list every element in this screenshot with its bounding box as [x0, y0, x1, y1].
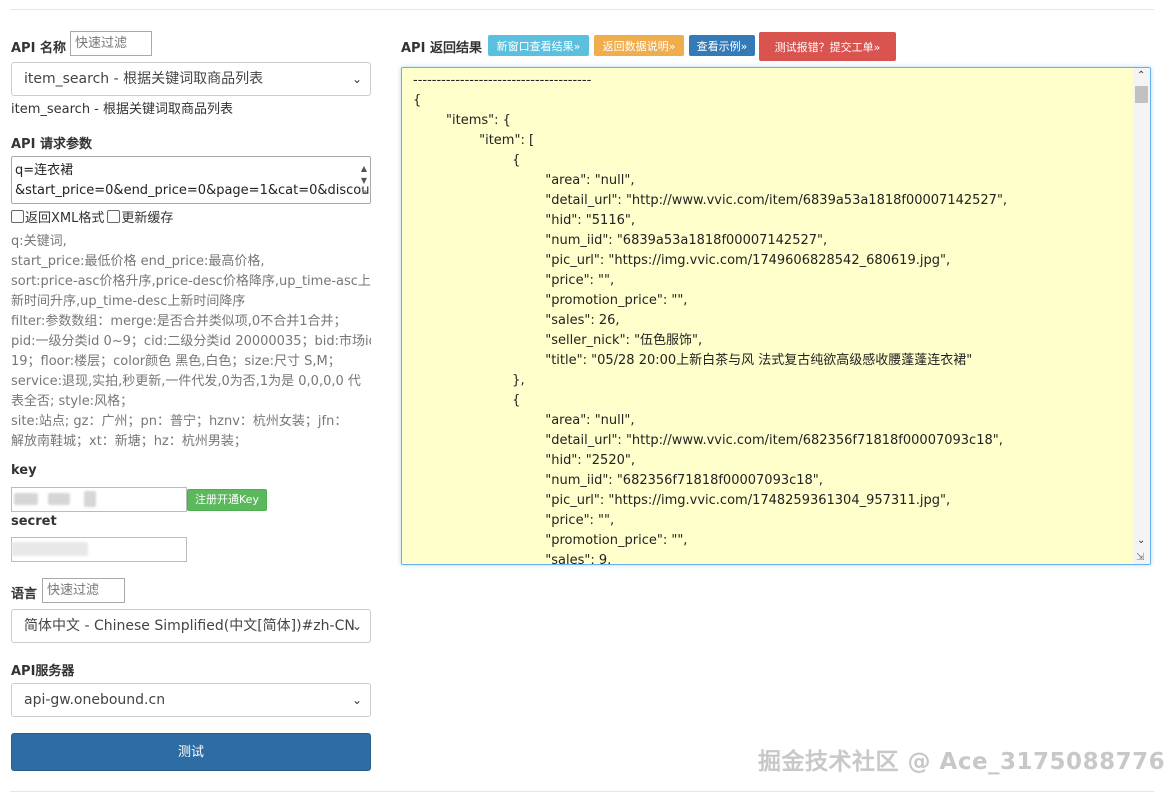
- result-line: "items": {: [413, 113, 511, 128]
- masked-value: [48, 493, 70, 505]
- test-button[interactable]: 测试: [11, 733, 371, 771]
- help-line: 表全否; style:风格；: [11, 394, 134, 409]
- result-line: "price": "",: [413, 513, 615, 528]
- api-name-label: API 名称: [11, 41, 66, 56]
- result-line: {: [413, 153, 521, 168]
- request-params-label: API 请求参数: [11, 137, 92, 152]
- help-line: sort:price-asc价格升序,price-desc价格降序,up_tim…: [11, 274, 371, 289]
- scroll-up-icon[interactable]: ⌃: [1137, 70, 1145, 81]
- help-line: q:关键词,: [11, 234, 67, 249]
- bottom-divider: [10, 791, 1154, 792]
- server-select[interactable]: api-gw.onebound.cn ⌄: [11, 683, 371, 717]
- result-line: "detail_url": "http://www.vvic.com/item/…: [413, 433, 1003, 448]
- result-line: {: [413, 393, 521, 408]
- help-line: 19；floor:楼层；color颜色 黑色,白色；size:尺寸 S,M；: [11, 354, 341, 369]
- api-select-value: item_search - 根据关键词取商品列表: [24, 71, 264, 87]
- result-line: "area": "null",: [413, 173, 635, 188]
- key-label: key: [11, 463, 37, 478]
- result-title: API 返回结果: [401, 41, 482, 56]
- help-line: pid:一级分类id 0~9；cid:二级分类id 20000035；bid:市…: [11, 334, 371, 349]
- result-line: "pic_url": "https://img.vvic.com/1748259…: [413, 493, 951, 508]
- result-line: "num_iid": "682356f71818f00007093c18",: [413, 473, 823, 488]
- open-new-window-button[interactable]: 新窗口查看结果»: [488, 35, 589, 56]
- param-help-text: q:关键词, start_price:最低价格 end_price:最高价格,so…: [11, 232, 371, 452]
- result-line: --------------------------------------: [413, 73, 592, 88]
- submit-ticket-button[interactable]: 测试报错？提交工单»: [759, 32, 896, 61]
- api-description: item_search - 根据关键词取商品列表: [11, 102, 234, 117]
- result-line: "hid": "5116",: [413, 213, 635, 228]
- server-label: API服务器: [11, 664, 75, 679]
- language-select-value: 简体中文 - Chinese Simplified(中文[简体])#zh-CN: [24, 618, 355, 634]
- help-line: 解放南鞋城；xt：新塘；hz：杭州男装；: [11, 434, 247, 449]
- resize-grip-icon[interactable]: ⇲: [360, 182, 368, 202]
- update-cache-checkbox[interactable]: [107, 210, 121, 223]
- masked-value: [12, 542, 88, 556]
- language-select[interactable]: 简体中文 - Chinese Simplified(中文[简体])#zh-CN …: [11, 609, 371, 643]
- masked-value: [14, 493, 38, 505]
- result-scrollbar[interactable]: ⌃ ⌄ ⇲: [1133, 68, 1150, 564]
- scrollbar-thumb[interactable]: [1135, 86, 1148, 103]
- result-line: "num_iid": "6839a53a1818f00007142527",: [413, 233, 828, 248]
- masked-value: [84, 491, 96, 507]
- result-line: "title": "05/28 20:00上新白茶与风 法式复古纯欲高级感收腰蓬…: [413, 353, 973, 368]
- top-divider: [10, 9, 1154, 10]
- result-line: "seller_nick": "伍色服饰",: [413, 333, 703, 348]
- xml-format-checkbox[interactable]: [11, 210, 24, 223]
- result-line: "pic_url": "https://img.vvic.com/1749606…: [413, 253, 951, 268]
- chevron-down-icon: ⌄: [351, 693, 362, 707]
- api-select[interactable]: item_search - 根据关键词取商品列表 ⌄: [11, 62, 371, 96]
- options-row: 返回XML格式 更新缓存: [11, 207, 173, 226]
- request-params-textarea[interactable]: q=连衣裙 &start_price=0&end_price=0&page=1&…: [11, 156, 371, 204]
- key-input[interactable]: [11, 487, 187, 512]
- result-output[interactable]: --------------------------------------{ …: [401, 67, 1151, 565]
- result-line: "item": [: [413, 133, 535, 148]
- resize-grip-icon[interactable]: ⇲: [1136, 552, 1144, 563]
- result-line: {: [413, 93, 422, 108]
- chevron-down-icon: ⌄: [351, 72, 362, 86]
- result-line: "promotion_price": "",: [413, 533, 688, 548]
- scroll-down-icon[interactable]: ⌄: [1137, 535, 1145, 546]
- help-line: site:站点; gz：广州；pn：普宁；hznv：杭州女装；jfn：: [11, 414, 348, 429]
- language-label: 语言: [11, 587, 38, 602]
- data-description-button[interactable]: 返回数据说明»: [594, 35, 684, 56]
- result-line: "sales": 9,: [413, 553, 612, 565]
- chevron-down-icon: ⌄: [351, 619, 362, 633]
- register-key-button[interactable]: 注册开通Key: [187, 489, 267, 511]
- api-filter-input[interactable]: [70, 31, 152, 56]
- result-line: "promotion_price": "",: [413, 293, 688, 308]
- xml-format-label: 返回XML格式: [25, 211, 105, 226]
- result-line: "hid": "2520",: [413, 453, 635, 468]
- params-line-1: q=连衣裙: [15, 163, 74, 178]
- help-line: 新时间升序,up_time-desc上新时间降序: [11, 294, 246, 309]
- watermark: 掘金技术社区 @ Ace_3175088776: [758, 749, 1164, 775]
- update-cache-label: 更新缓存: [121, 211, 174, 226]
- help-line: filter:参数数组：merge:是否合并类似项,0不合并1合并；: [11, 314, 347, 329]
- result-line: "area": "null",: [413, 413, 635, 428]
- help-line: start_price:最低价格 end_price:最高价格,: [11, 254, 265, 269]
- language-filter-input[interactable]: [42, 578, 125, 603]
- result-line: "sales": 26,: [413, 313, 620, 328]
- result-json-text: --------------------------------------{ …: [413, 71, 1008, 565]
- secret-label: secret: [11, 514, 57, 529]
- help-line: service:退现,实拍,秒更新,一件代发,0为否,1为是 0,0,0,0 代: [11, 374, 361, 389]
- server-select-value: api-gw.onebound.cn: [24, 692, 166, 708]
- params-line-2: &start_price=0&end_price=0&page=1&cat=0&…: [15, 183, 370, 198]
- result-line: "detail_url": "http://www.vvic.com/item/…: [413, 193, 1008, 208]
- view-example-button[interactable]: 查看示例»: [689, 35, 755, 56]
- result-line: },: [413, 373, 525, 388]
- result-line: "price": "",: [413, 273, 615, 288]
- secret-input[interactable]: [11, 537, 187, 562]
